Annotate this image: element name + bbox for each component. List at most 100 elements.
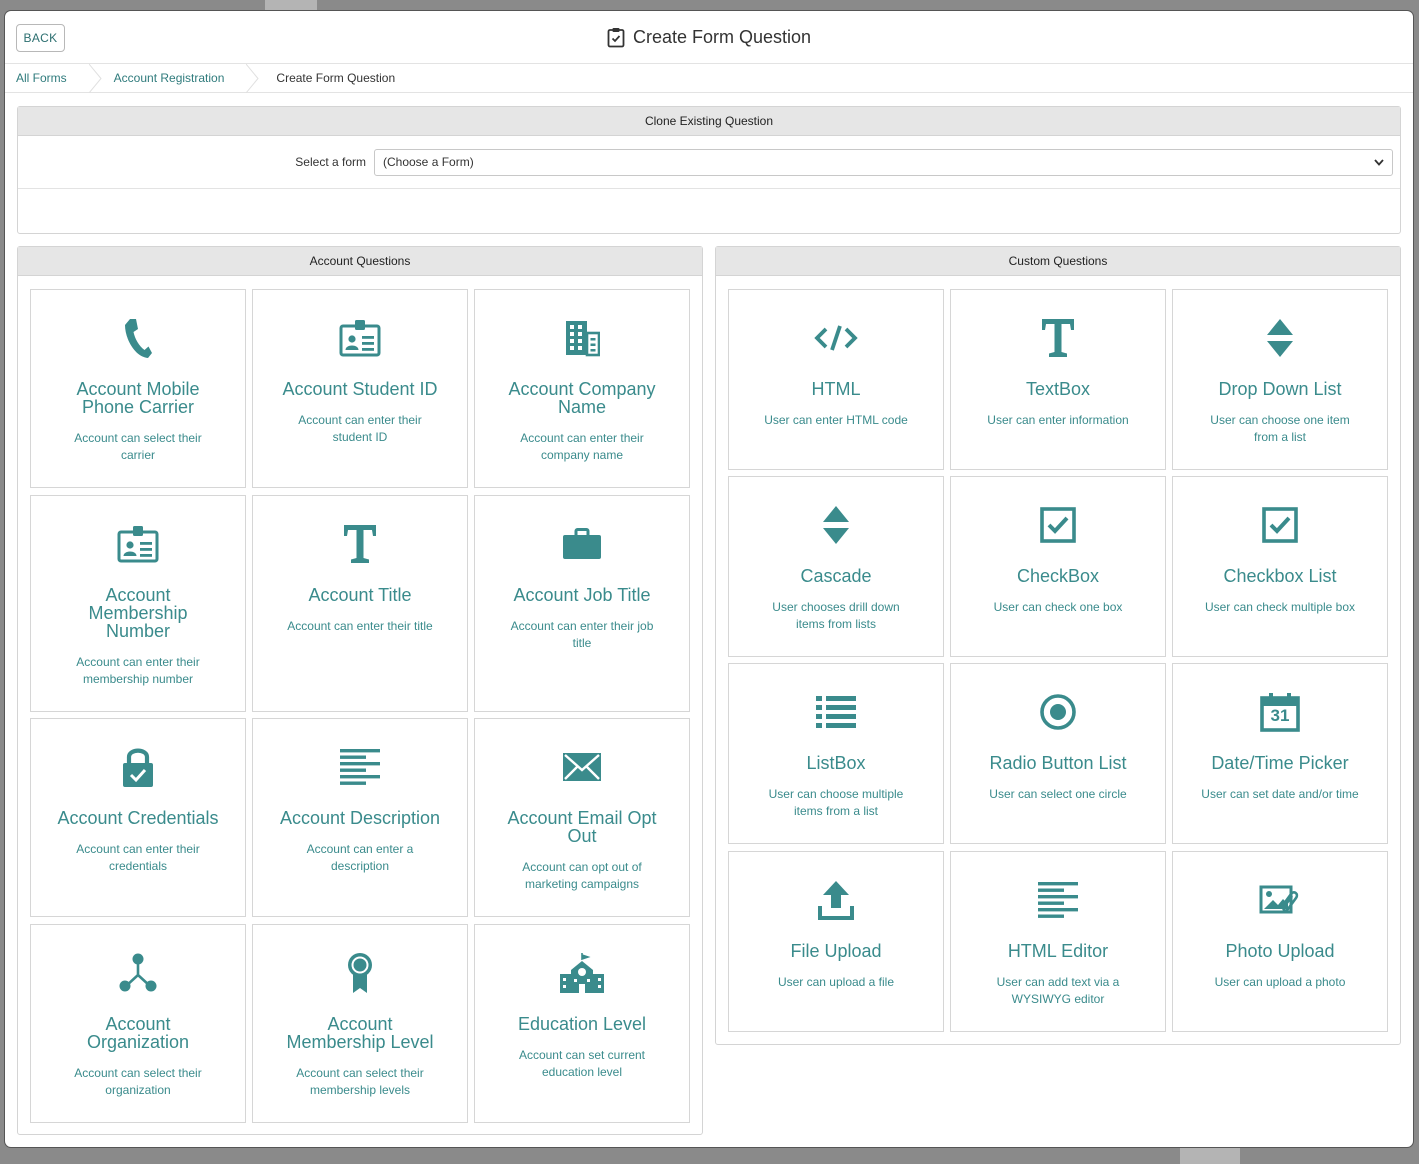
- question-card-description: Account can set current education level: [518, 1048, 646, 1079]
- title-t-icon: [343, 522, 377, 566]
- envelope-icon: [562, 745, 602, 789]
- breadcrumb-all-forms[interactable]: All Forms: [5, 64, 89, 92]
- question-card-title: Account Job Title: [513, 585, 651, 605]
- custom-questions-panel: Custom Questions HTML User can enter HTML…: [715, 246, 1401, 1045]
- breadcrumb-label: All Forms: [16, 71, 67, 85]
- question-card-title: Drop Down List: [1218, 379, 1342, 399]
- question-card-title: Education Level: [517, 1014, 647, 1034]
- question-card-title: Photo Upload: [1225, 941, 1335, 961]
- list-icon: [816, 690, 856, 734]
- question-card[interactable]: TextBox User can enter information: [950, 289, 1166, 470]
- clone-panel-title: Clone Existing Question: [18, 107, 1400, 136]
- question-card-title: Account Email Opt Out: [507, 808, 657, 846]
- question-card-description: Account can enter their company name: [520, 431, 644, 462]
- question-card-description: Account can enter their student ID: [298, 413, 422, 444]
- question-card-title: Radio Button List: [989, 753, 1127, 773]
- page-title-text: Create Form Question: [632, 26, 812, 47]
- question-card[interactable]: Account Membership Level Account can sele…: [252, 924, 468, 1123]
- code-icon: [814, 316, 858, 360]
- question-card-description: User can enter HTML code: [764, 413, 908, 427]
- id-card-icon: [117, 522, 159, 566]
- question-card[interactable]: Account Description Account can enter a d…: [252, 718, 468, 917]
- question-card-title: Account Membership Level: [286, 1014, 434, 1052]
- title-t-icon: [1041, 316, 1075, 360]
- question-card[interactable]: Drop Down List User can choose one item f…: [1172, 289, 1388, 470]
- calendar-icon: 31: [1260, 690, 1300, 734]
- upload-icon: [817, 878, 855, 922]
- question-card[interactable]: 31 Date/Time Picker User can set date and/…: [1172, 663, 1388, 844]
- question-card[interactable]: ListBox User can choose multiple items fr…: [728, 663, 944, 844]
- question-card[interactable]: Account Credentials Account can enter the…: [30, 718, 246, 917]
- select-form-label: Select a form: [295, 155, 366, 169]
- breadcrumb-label: Create Form Question: [276, 71, 396, 85]
- question-card[interactable]: HTML User can enter HTML code: [728, 289, 944, 470]
- question-card[interactable]: File Upload User can upload a file: [728, 851, 944, 1032]
- question-card[interactable]: Account Job Title Account can enter their…: [474, 495, 690, 712]
- question-card[interactable]: Education Level Account can set current e…: [474, 924, 690, 1123]
- select-form-dropdown[interactable]: (Choose a Form): [374, 148, 1393, 176]
- question-card-description: User can check multiple box: [1204, 600, 1356, 614]
- checkbox-icon: [1262, 503, 1298, 547]
- question-card-title: HTML Editor: [1007, 941, 1109, 961]
- question-card[interactable]: Account Student ID Account can enter thei…: [252, 289, 468, 488]
- question-card[interactable]: Checkbox List User can check multiple box: [1172, 476, 1388, 657]
- question-card-title: File Upload: [790, 941, 882, 961]
- question-card-title: ListBox: [806, 753, 866, 773]
- question-card[interactable]: Account Company Name Account can enter th…: [474, 289, 690, 488]
- question-card[interactable]: Account Membership Number Account can ent…: [30, 495, 246, 712]
- question-card[interactable]: Photo Upload User can upload a photo: [1172, 851, 1388, 1032]
- account-questions-title: Account Questions: [18, 247, 702, 276]
- question-card-description: User can check one box: [993, 600, 1123, 614]
- question-card-title: Date/Time Picker: [1211, 753, 1349, 773]
- question-card-description: User can select one circle: [989, 787, 1127, 801]
- question-card-description: Account can opt out of marketing campaig…: [522, 860, 642, 891]
- clipboard-check-icon: [607, 27, 625, 48]
- question-card-description: User can choose multiple items from a li…: [768, 787, 904, 818]
- question-card-description: User chooses drill down items from lists: [772, 600, 900, 631]
- align-left-icon: [1038, 878, 1078, 922]
- question-card-title: HTML: [811, 379, 861, 399]
- page-title: Create Form Question: [607, 27, 811, 48]
- sort-arrows-icon: [822, 503, 850, 547]
- question-card-description: Account can enter their job title: [510, 619, 654, 650]
- question-card-description: User can add text via a WYSIWYG editor: [996, 975, 1120, 1006]
- breadcrumb-label: Account Registration: [113, 71, 225, 85]
- question-card-description: User can enter information: [987, 413, 1129, 427]
- question-card-description: Account can enter their credentials: [76, 842, 200, 873]
- breadcrumb-separator-icon: [88, 64, 102, 93]
- calendar-date-text: 31: [1270, 706, 1290, 725]
- question-card-title: TextBox: [1025, 379, 1091, 399]
- question-card-description: Account can select their organization: [74, 1066, 202, 1097]
- breadcrumb: All Forms Account Registration Create Fo…: [5, 64, 1413, 93]
- back-button[interactable]: BACK: [16, 24, 65, 52]
- question-card[interactable]: CheckBox User can check one box: [950, 476, 1166, 657]
- breadcrumb-account-registration[interactable]: Account Registration: [103, 64, 247, 92]
- select-form-value: (Choose a Form): [383, 155, 474, 169]
- phone-icon: [123, 316, 153, 360]
- question-card-description: Account can select their carrier: [74, 431, 202, 462]
- account-questions-panel: Account Questions Account Mobile Phone C…: [17, 246, 703, 1135]
- radio-icon: [1039, 690, 1077, 734]
- question-card-title: Account Membership Number: [88, 585, 188, 641]
- form-question-window: BACK Create Form Question All Forms Acco…: [5, 11, 1413, 1147]
- question-card[interactable]: Account Email Opt Out Account can opt out…: [474, 718, 690, 917]
- question-card[interactable]: Radio Button List User can select one cir…: [950, 663, 1166, 844]
- question-card-description: Account can enter a description: [306, 842, 414, 873]
- question-card-description: Account can enter their membership numbe…: [76, 655, 200, 686]
- question-card[interactable]: Cascade User chooses drill down items fro…: [728, 476, 944, 657]
- question-card-title: Account Mobile Phone Carrier: [76, 379, 200, 417]
- briefcase-icon: [562, 522, 602, 566]
- lock-check-icon: [122, 745, 154, 789]
- question-card[interactable]: Account Mobile Phone Carrier Account can …: [30, 289, 246, 488]
- question-card-title: Account Credentials: [57, 808, 219, 828]
- breadcrumb-current: Create Form Question: [260, 64, 417, 92]
- organization-icon: [118, 951, 158, 995]
- id-card-icon: [339, 316, 381, 360]
- question-card-description: User can upload a file: [777, 975, 895, 989]
- question-card-title: Account Company Name: [508, 379, 656, 417]
- question-card[interactable]: HTML Editor User can add text via a WYSIW…: [950, 851, 1166, 1032]
- question-card-description: User can upload a photo: [1214, 975, 1346, 989]
- question-card[interactable]: Account Organization Account can select t…: [30, 924, 246, 1123]
- question-card[interactable]: Account Title Account can enter their tit…: [252, 495, 468, 712]
- question-card-description: User can set date and/or time: [1201, 787, 1359, 801]
